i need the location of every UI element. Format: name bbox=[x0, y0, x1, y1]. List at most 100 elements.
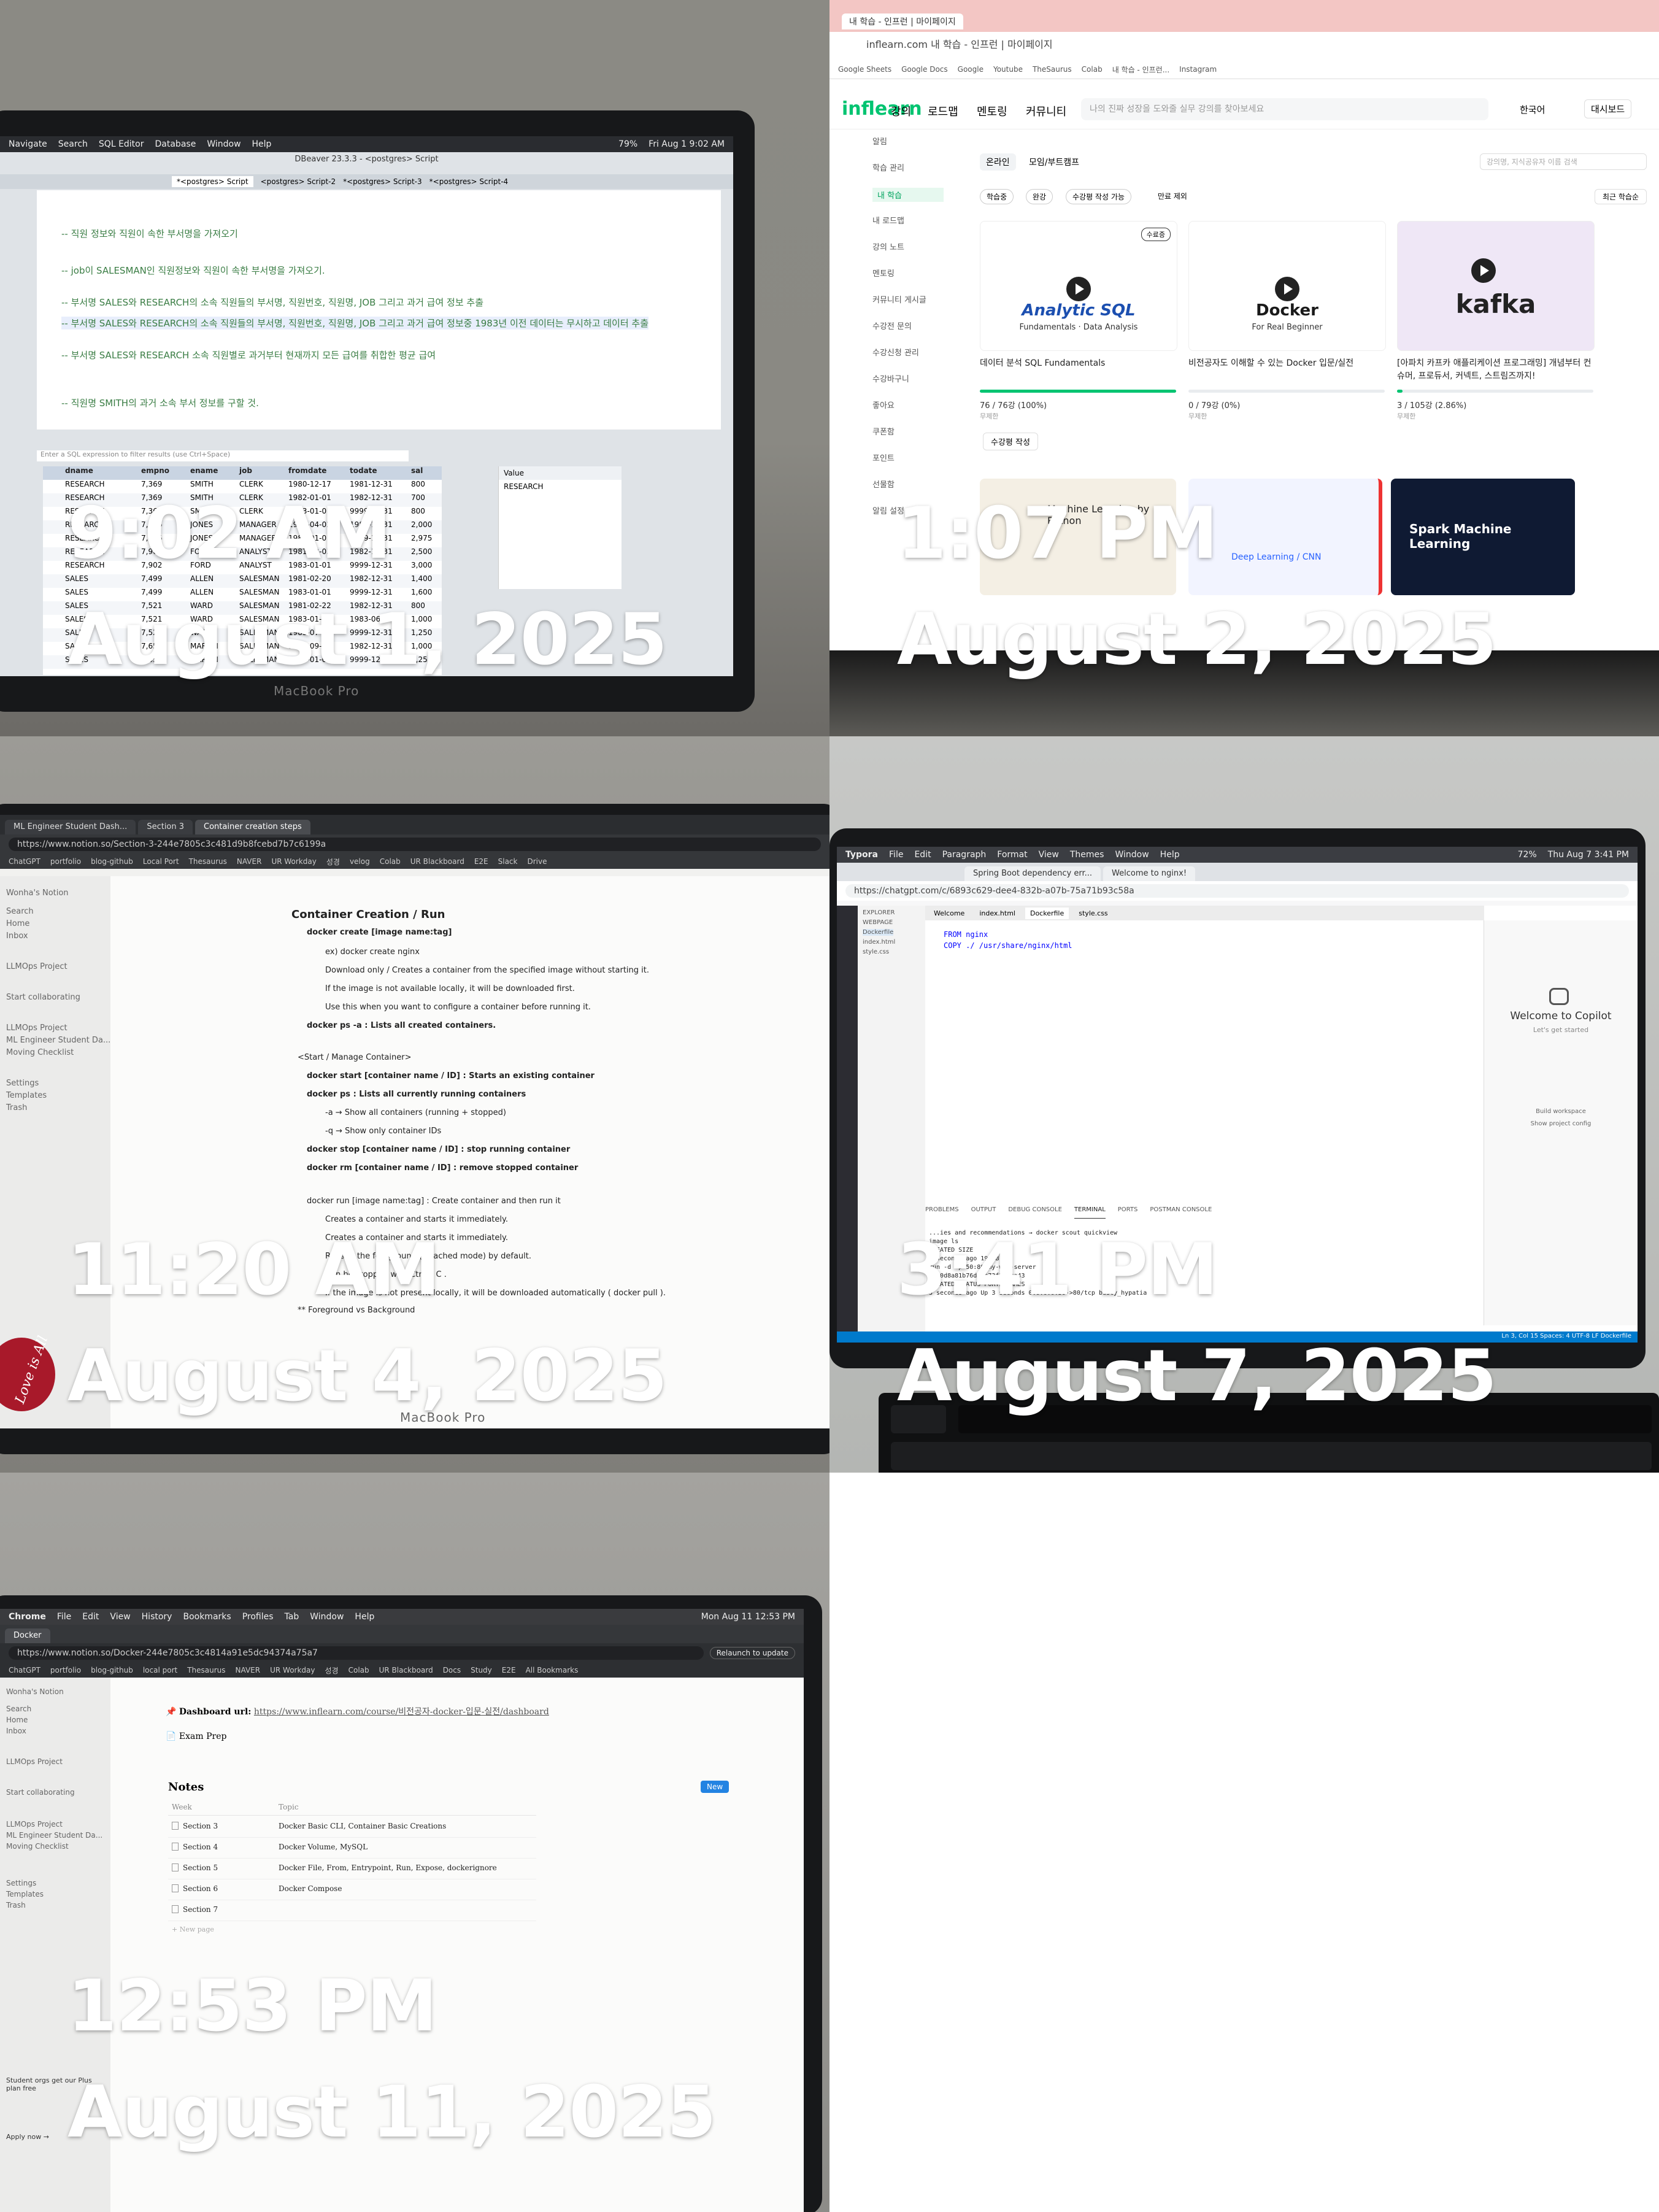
browser-tab[interactable]: Container creation steps bbox=[195, 820, 310, 834]
sidebar-item[interactable]: 선물함 bbox=[872, 478, 895, 490]
course-thumb-dl[interactable]: Deep Learning / CNN bbox=[1188, 479, 1382, 595]
exclude-expired-checkbox[interactable]: 만료 제외 bbox=[1158, 191, 1187, 201]
sidebar-item[interactable]: Trash bbox=[6, 1901, 26, 1909]
bookmark[interactable]: UR Workday bbox=[271, 857, 316, 866]
column-header[interactable]: ename bbox=[190, 466, 218, 475]
sidebar-item[interactable]: 쿠폰함 bbox=[872, 425, 895, 437]
panel-tab[interactable]: DEBUG CONSOLE bbox=[1008, 1206, 1062, 1219]
menu-item[interactable]: History bbox=[142, 1612, 172, 1622]
panel-tab[interactable]: PORTS bbox=[1118, 1206, 1138, 1219]
panel-tab[interactable]: TERMINAL bbox=[1074, 1206, 1106, 1219]
table-row[interactable]: RESEARCH 7,369 SMITH CLERK 1980-12-17 1981-12… bbox=[43, 480, 442, 493]
menu-item[interactable]: Paragraph bbox=[942, 850, 987, 860]
sidebar-item[interactable]: Templates bbox=[6, 1890, 44, 1898]
play-icon[interactable] bbox=[1275, 277, 1299, 301]
sidebar-item[interactable]: Home bbox=[6, 1716, 28, 1724]
sidebar-item[interactable]: 강의 노트 bbox=[872, 241, 904, 252]
sidebar-item[interactable]: 수강바구니 bbox=[872, 372, 909, 384]
menu-item[interactable]: Database bbox=[155, 139, 196, 149]
course-card[interactable]: Docker For Real Beginner 비전공자도 이해할 수 있는 Do… bbox=[1188, 221, 1386, 430]
nav-item[interactable]: 강의 bbox=[891, 103, 911, 119]
column-header[interactable]: Topic bbox=[279, 1803, 299, 1811]
address-bar[interactable]: https://chatgpt.com/c/6893c629-dee4-832b… bbox=[837, 881, 1638, 901]
sidebar-item[interactable]: 학습 관리 bbox=[872, 161, 904, 173]
bookmark[interactable]: Google Sheets bbox=[838, 65, 891, 74]
sidebar-item[interactable]: LLMOps Project bbox=[6, 962, 67, 971]
sidebar-item[interactable]: 내 학습 bbox=[872, 188, 944, 202]
bookmark[interactable]: Thesaurus bbox=[189, 857, 227, 866]
bookmark[interactable]: Google bbox=[958, 65, 983, 74]
browser-tab[interactable]: Section 3 bbox=[138, 820, 193, 834]
week-cell[interactable]: Section 7 bbox=[183, 1905, 218, 1914]
tab-online[interactable]: 온라인 bbox=[980, 153, 1016, 171]
menu-item[interactable]: View bbox=[110, 1612, 130, 1622]
column-header[interactable]: Week bbox=[172, 1803, 192, 1811]
table-row[interactable]: SALES 7,499 ALLEN SALESMAN 1981-02-20 1982-12… bbox=[43, 574, 442, 588]
column-header[interactable]: empno bbox=[141, 466, 169, 475]
table-row[interactable]: Section 6 Docker Compose bbox=[168, 1879, 536, 1900]
sidebar-item[interactable]: 멘토링 bbox=[872, 267, 895, 279]
sql-editor[interactable]: -- 직원 정보와 직원이 속한 부서명을 가져오기 -- job이 SALES… bbox=[37, 190, 721, 430]
browser-tab[interactable]: Welcome to nginx! bbox=[1103, 866, 1196, 881]
bookmark[interactable]: All Bookmarks bbox=[526, 1666, 579, 1674]
menu-item[interactable]: Edit bbox=[914, 850, 931, 860]
sidebar-item[interactable]: 수강신청 관리 bbox=[872, 346, 919, 358]
browser-tab[interactable]: 내 학습 - 인프런 | 마이페이지 bbox=[842, 13, 963, 29]
menu-item[interactable]: Profiles bbox=[242, 1612, 274, 1622]
panel-tab[interactable]: PROBLEMS bbox=[925, 1206, 959, 1219]
editor-tab[interactable]: style.css bbox=[1074, 908, 1112, 919]
explorer-item[interactable]: index.html bbox=[863, 939, 895, 946]
sort-select[interactable]: 최근 학습순 bbox=[1594, 189, 1647, 204]
bookmark[interactable]: 성경 bbox=[325, 1665, 339, 1676]
sidebar-item[interactable]: Start collaborating bbox=[6, 993, 80, 1002]
editor-tab[interactable]: Welcome bbox=[929, 908, 969, 919]
bookmark[interactable]: Youtube bbox=[993, 65, 1023, 74]
week-cell[interactable]: Section 5 bbox=[183, 1863, 218, 1872]
course-thumb-spark[interactable]: Spark Machine Learning bbox=[1391, 479, 1575, 595]
explorer-item[interactable]: style.css bbox=[863, 949, 889, 955]
menu-item[interactable]: Navigate bbox=[9, 139, 47, 149]
address-bar[interactable]: https://www.notion.so/Docker-244e7805c3c… bbox=[0, 1643, 804, 1663]
menu-item[interactable]: Tab bbox=[285, 1612, 299, 1622]
course-title[interactable]: 데이터 분석 SQL Fundamentals bbox=[980, 357, 1176, 370]
bookmark[interactable]: E2E bbox=[502, 1666, 516, 1674]
bookmark[interactable]: blog-github bbox=[91, 1666, 133, 1674]
url-text[interactable]: https://www.notion.so/Section-3-244e7805… bbox=[9, 838, 821, 851]
play-icon[interactable] bbox=[1471, 258, 1496, 283]
column-header[interactable]: job bbox=[239, 466, 252, 475]
sidebar-item[interactable]: LLMOps Project bbox=[6, 1757, 63, 1766]
sidebar-item[interactable]: Moving Checklist bbox=[6, 1842, 69, 1851]
nav-item[interactable]: 멘토링 bbox=[977, 103, 1007, 119]
sidebar-item[interactable]: LLMOps Project bbox=[6, 1023, 67, 1033]
menu-item[interactable]: View bbox=[1039, 850, 1059, 860]
bookmark[interactable]: portfolio bbox=[50, 857, 81, 866]
sidebar-item[interactable]: Settings bbox=[6, 1879, 36, 1887]
column-header[interactable]: dname bbox=[65, 466, 93, 475]
apply-link[interactable]: Apply now → bbox=[6, 2133, 49, 2141]
sidebar-item[interactable]: Wonha's Notion bbox=[6, 888, 69, 898]
column-header[interactable]: fromdate bbox=[288, 466, 326, 475]
bookmark[interactable]: TheSaurus bbox=[1033, 65, 1072, 74]
language-button[interactable]: 한국어 bbox=[1520, 103, 1545, 116]
sidebar-item[interactable]: 포인트 bbox=[872, 452, 895, 463]
menu-item[interactable]: File bbox=[57, 1612, 71, 1622]
bookmark[interactable]: blog-github bbox=[91, 857, 133, 866]
menu-item[interactable]: Themes bbox=[1070, 850, 1104, 860]
course-title[interactable]: 비전공자도 이해할 수 있는 Docker 입문/실전 bbox=[1188, 357, 1385, 370]
sidebar-item[interactable]: Search bbox=[6, 907, 34, 916]
bookmark[interactable]: NAVER bbox=[236, 1666, 261, 1674]
topic-cell[interactable]: Docker File, From, Entrypoint, Run, Expo… bbox=[279, 1863, 497, 1872]
menu-item[interactable]: Window bbox=[310, 1612, 344, 1622]
course-title[interactable]: [아파치 카프카 애플리케이션 프로그래밍] 개념부터 컨슈머, 프로듀서, 커… bbox=[1397, 357, 1593, 383]
sidebar-item[interactable]: Inbox bbox=[6, 1727, 26, 1735]
sidebar-item[interactable]: Search bbox=[6, 1705, 31, 1713]
bookmark[interactable]: NAVER bbox=[237, 857, 262, 866]
browser-tab[interactable]: Spring Boot dependency err... bbox=[964, 866, 1101, 881]
sidebar-item[interactable]: Templates bbox=[6, 1091, 47, 1100]
sidebar-item[interactable]: LLMOps Project bbox=[6, 1820, 63, 1829]
editor-tab[interactable]: *<postgres> Script bbox=[172, 176, 253, 187]
bookmark[interactable]: Thesaurus bbox=[187, 1666, 225, 1674]
column-header[interactable]: sal bbox=[411, 466, 423, 475]
topic-cell[interactable]: Docker Compose bbox=[279, 1884, 342, 1893]
chip[interactable]: 완강 bbox=[1026, 189, 1053, 204]
